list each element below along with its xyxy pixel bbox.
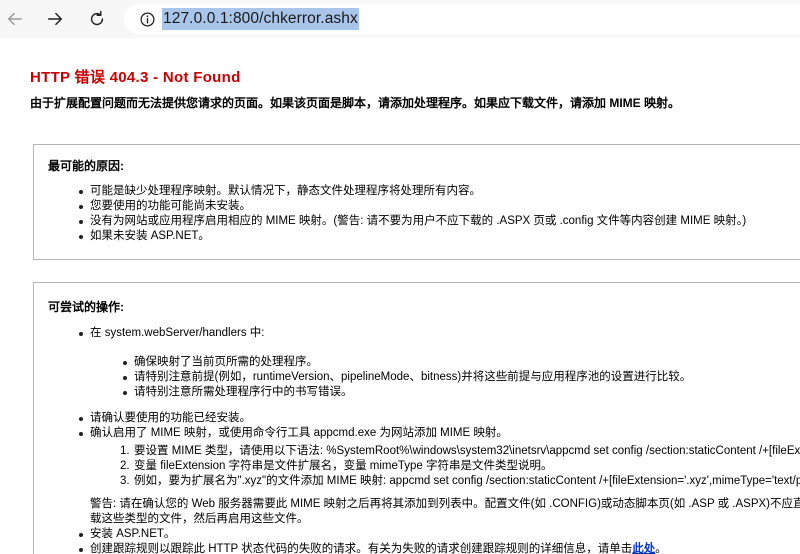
list-item: 请特别注意前提(例如，runtimeVersion、pipelineMode、b… — [122, 370, 691, 385]
bullet-icon — [79, 548, 83, 552]
list-item: 请确认要使用的功能已经安装。 — [78, 411, 251, 426]
url-text[interactable]: 127.0.0.1:800/chkerror.ashx — [162, 8, 359, 30]
bullet-icon — [79, 220, 83, 224]
bullet-icon — [79, 533, 83, 537]
arrow-right-icon — [47, 12, 63, 26]
bullet-icon — [79, 332, 83, 336]
warning-text-line2: 载这些类型的文件，然后再启用这些文件。 — [90, 513, 309, 525]
warning-text-line1: 警告: 请在确认您的 Web 服务器需要此 MIME 映射之后再将其添加到列表中… — [90, 498, 800, 510]
page-content: HTTP 错误 404.3 - Not Found 由于扩展配置问题而无法提供您… — [0, 38, 800, 554]
bullet-icon — [123, 391, 127, 395]
bullet-icon — [123, 361, 127, 365]
bullet-icon — [79, 235, 83, 239]
bullet-icon — [79, 432, 83, 436]
forward-button[interactable] — [42, 6, 68, 32]
error-summary: 由于扩展配置问题而无法提供您请求的页面。如果该页面是脚本，请添加处理程序。如果应… — [30, 96, 681, 110]
likely-causes-panel: 最可能的原因: 可能是缺少处理程序映射。默认情况下，静态文件处理程序将处理所有内… — [33, 144, 800, 260]
tracing-help-link[interactable]: 此处 — [632, 543, 655, 554]
bullet-icon — [79, 190, 83, 194]
likely-causes-heading: 最可能的原因: — [48, 159, 124, 173]
likely-causes-list: 可能是缺少处理程序映射。默认情况下，静态文件处理程序将处理所有内容。 您要使用的… — [78, 184, 746, 244]
browser-toolbar: 127.0.0.1:800/chkerror.ashx — [0, 0, 800, 38]
reload-button[interactable] — [84, 6, 110, 32]
bullet-icon — [79, 205, 83, 209]
list-item: 在 system.webServer/handlers 中: — [78, 326, 264, 341]
list-item: 创建跟踪规则以跟踪此 HTTP 状态代码的失败的请求。有关为失败的请求创建跟踪规… — [78, 542, 667, 554]
error-title: HTTP 错误 404.3 - Not Found — [30, 69, 241, 86]
bullet-icon — [79, 417, 83, 421]
list-item: 1. 要设置 MIME 类型，请使用以下语法: %SystemRoot%\wind… — [120, 445, 800, 457]
things-to-try-heading: 可尝试的操作: — [48, 300, 124, 314]
list-item: 3. 例如，要为扩展名为".xyz"的文件添加 MIME 映射: appcmd s… — [120, 475, 800, 487]
list-item: 可能是缺少处理程序映射。默认情况下，静态文件处理程序将处理所有内容。 — [78, 184, 746, 199]
address-bar[interactable]: 127.0.0.1:800/chkerror.ashx — [124, 4, 800, 34]
list-item: 您要使用的功能可能尚未安装。 — [78, 199, 746, 214]
mime-steps-list: 1. 要设置 MIME 类型，请使用以下语法: %SystemRoot%\wind… — [120, 444, 800, 489]
refresh-icon — [90, 10, 104, 26]
list-item: 安装 ASP.NET。 — [78, 527, 175, 542]
info-icon[interactable] — [138, 10, 156, 28]
arrow-left-icon — [7, 12, 23, 26]
list-item: 如果未安装 ASP.NET。 — [78, 229, 746, 244]
list-item: 请特别注意所需处理程序行中的书写错误。 — [122, 385, 691, 400]
things-to-try-panel: 可尝试的操作: 在 system.webServer/handlers 中: 确… — [33, 282, 800, 554]
handlers-sublist: 确保映射了当前页所需的处理程序。 请特别注意前提(例如，runtimeVersi… — [122, 355, 691, 400]
list-item: 2. 变量 fileExtension 字符串是文件扩展名，变量 mimeType… — [120, 460, 553, 472]
list-item: 确保映射了当前页所需的处理程序。 — [122, 355, 691, 370]
list-item: 没有为网站或应用程序启用相应的 MIME 映射。(警告: 请不要为用户不应下载的… — [78, 214, 746, 229]
back-button[interactable] — [2, 6, 28, 32]
bullet-icon — [123, 376, 127, 380]
list-item: 确认启用了 MIME 映射，或使用命令行工具 appcmd.exe 为网站添加 … — [78, 426, 508, 441]
